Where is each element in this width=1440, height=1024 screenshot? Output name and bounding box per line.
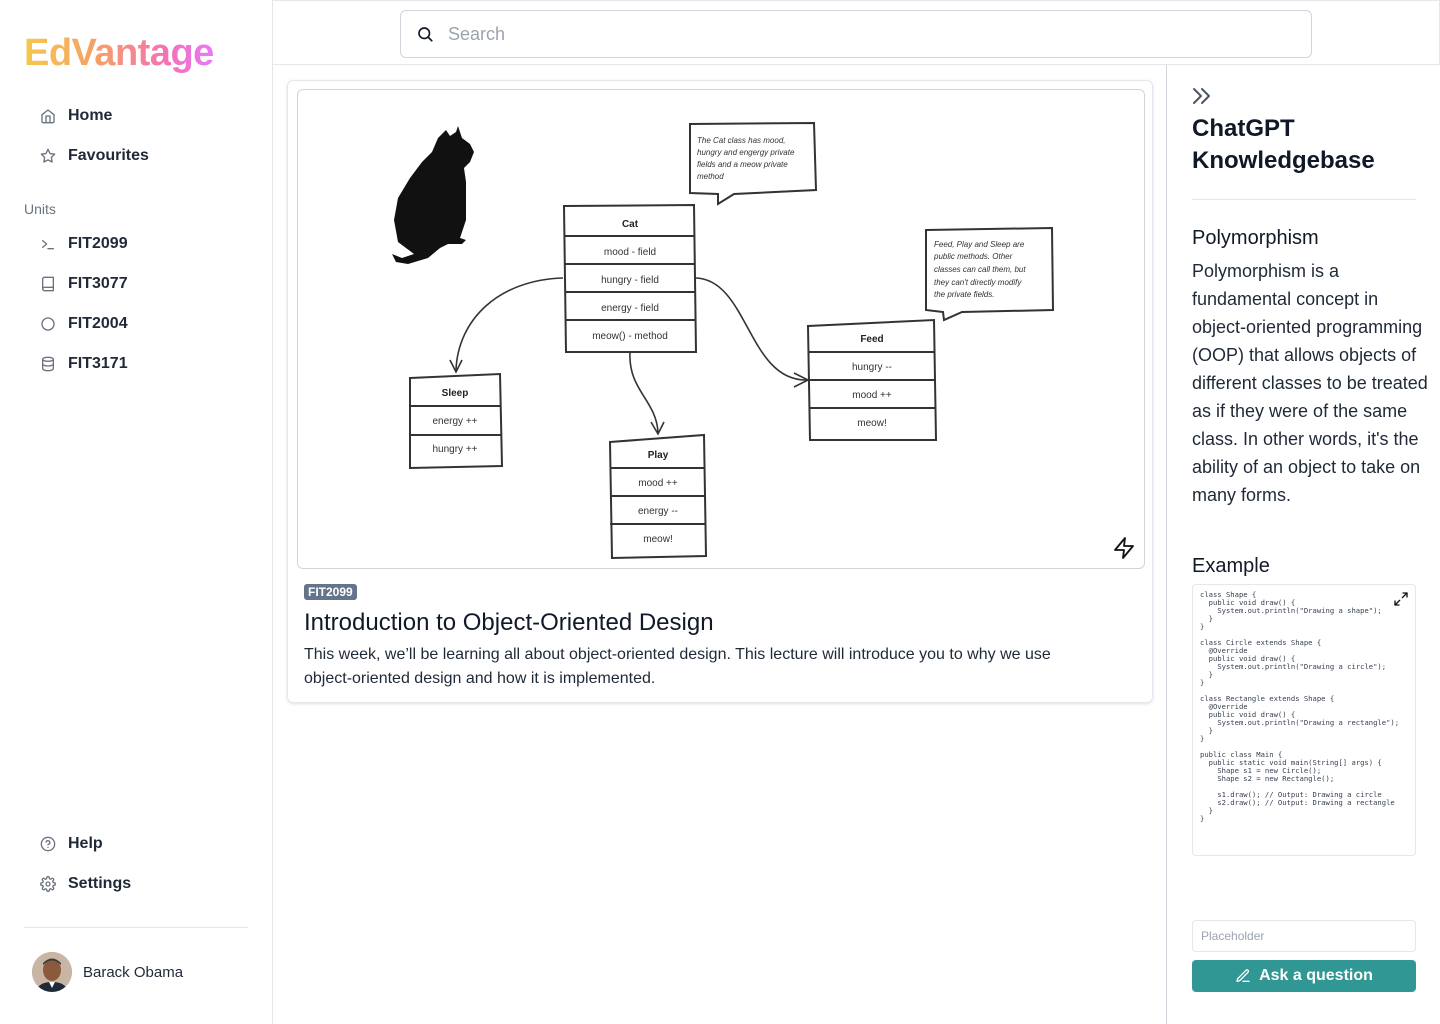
book-icon — [40, 276, 56, 292]
knowledgebase-panel: ChatGPT Knowledgebase Polymorphism Polym… — [1168, 65, 1440, 1024]
main-content: The Cat class has mood, hungry and enger… — [273, 65, 1167, 1024]
lecture-description: This week, we’ll be learning all about o… — [304, 646, 1051, 687]
search-input[interactable] — [448, 23, 1248, 45]
sleep-class-name: Sleep — [442, 388, 469, 399]
nav-item-home[interactable]: Home — [24, 98, 249, 134]
ask-question-button[interactable]: Ask a question — [1192, 960, 1416, 992]
app-logo[interactable]: EdVantage — [24, 30, 214, 76]
panel-title: ChatGPT Knowledgebase — [1192, 115, 1375, 174]
nav-item-help[interactable]: Help — [24, 826, 249, 862]
help-circle-icon — [40, 836, 56, 852]
nav-item-settings[interactable]: Settings — [24, 866, 249, 902]
play-row: mood ++ — [638, 478, 678, 489]
nav-item-label: Settings — [68, 875, 132, 892]
methods-note-line: public methods. Other — [933, 252, 1013, 261]
lecture-card[interactable]: The Cat class has mood, hungry and enger… — [287, 80, 1153, 703]
expand-icon[interactable] — [1393, 591, 1409, 607]
sidebar-item-fit3171[interactable]: FIT3171 — [24, 346, 249, 382]
sidebar-item-fit2004[interactable]: FIT2004 — [24, 306, 249, 342]
home-icon — [40, 108, 56, 124]
database-icon — [40, 356, 56, 372]
cat-field: mood - field — [604, 247, 656, 258]
sidebar-item-fit3077[interactable]: FIT3077 — [24, 266, 249, 302]
cat-method: meow() - method — [592, 331, 668, 342]
play-row: meow! — [643, 534, 672, 545]
cat-field: hungry - field — [601, 275, 659, 286]
example-heading: Example — [1192, 555, 1270, 577]
question-input[interactable] — [1192, 920, 1416, 952]
gear-icon — [40, 876, 56, 892]
code-snippet: class Shape { public void draw() { Syste… — [1200, 590, 1400, 823]
sleep-row: energy ++ — [432, 416, 477, 427]
nav-item-label: Help — [68, 835, 103, 852]
unit-tag: FIT2099 — [304, 584, 357, 600]
nav-item-favourites[interactable]: Favourites — [24, 138, 249, 174]
unit-label: FIT3171 — [68, 355, 128, 372]
units-section-label: Units — [24, 201, 56, 217]
methods-note-line: classes can call them, but — [934, 265, 1026, 274]
chevrons-right-icon[interactable] — [1190, 85, 1214, 107]
cat-note-line: fields and a meow private — [697, 160, 788, 169]
feed-row: mood ++ — [852, 390, 892, 401]
topic-heading: Polymorphism — [1192, 227, 1319, 249]
cat-silhouette — [392, 126, 474, 264]
unit-label: FIT2099 — [68, 235, 128, 252]
cat-field: energy - field — [601, 303, 659, 314]
feed-row: meow! — [857, 418, 886, 429]
code-example: class Shape { public void draw() { Syste… — [1192, 584, 1416, 856]
topic-description: Polymorphism is a fundamental concept in… — [1192, 261, 1428, 505]
sidebar-item-fit2099[interactable]: FIT2099 — [24, 226, 249, 262]
terminal-icon — [40, 236, 56, 252]
avatar — [32, 952, 72, 992]
user-profile[interactable]: Barack Obama — [32, 952, 183, 992]
circle-icon — [40, 316, 56, 332]
pencil-icon — [1235, 968, 1251, 984]
play-row: energy -- — [638, 506, 678, 517]
cat-class-name: Cat — [622, 219, 639, 230]
methods-note-line: Feed, Play and Sleep are — [934, 240, 1025, 249]
nav-item-label: Home — [68, 107, 113, 124]
methods-note-line: the private fields. — [934, 290, 994, 299]
user-name: Barack Obama — [83, 963, 184, 981]
play-class-name: Play — [648, 450, 669, 461]
lecture-diagram: The Cat class has mood, hungry and enger… — [297, 89, 1145, 569]
nav-item-label: Favourites — [68, 147, 149, 164]
lightning-icon[interactable] — [1112, 536, 1136, 560]
search-bar[interactable] — [400, 10, 1312, 58]
sidebar-divider — [24, 927, 248, 928]
methods-note-line: they can't directly modify — [934, 278, 1022, 287]
feed-row: hungry -- — [852, 362, 892, 373]
unit-label: FIT2004 — [68, 315, 128, 332]
lecture-title: Introduction to Object-Oriented Design — [304, 609, 714, 636]
unit-label: FIT3077 — [68, 275, 128, 292]
ask-question-label: Ask a question — [1259, 967, 1373, 984]
star-icon — [40, 148, 56, 164]
cat-note-line: method — [697, 172, 724, 181]
cat-note-line: The Cat class has mood, — [697, 136, 785, 145]
search-icon — [416, 25, 434, 43]
feed-class-name: Feed — [860, 334, 883, 345]
sidebar: EdVantage Home Favourites Units FIT2099 … — [0, 0, 273, 1024]
sleep-row: hungry ++ — [432, 444, 477, 455]
cat-note-line: hungry and engergy private — [697, 148, 795, 157]
top-bar — [273, 0, 1440, 65]
panel-divider — [1192, 199, 1416, 200]
